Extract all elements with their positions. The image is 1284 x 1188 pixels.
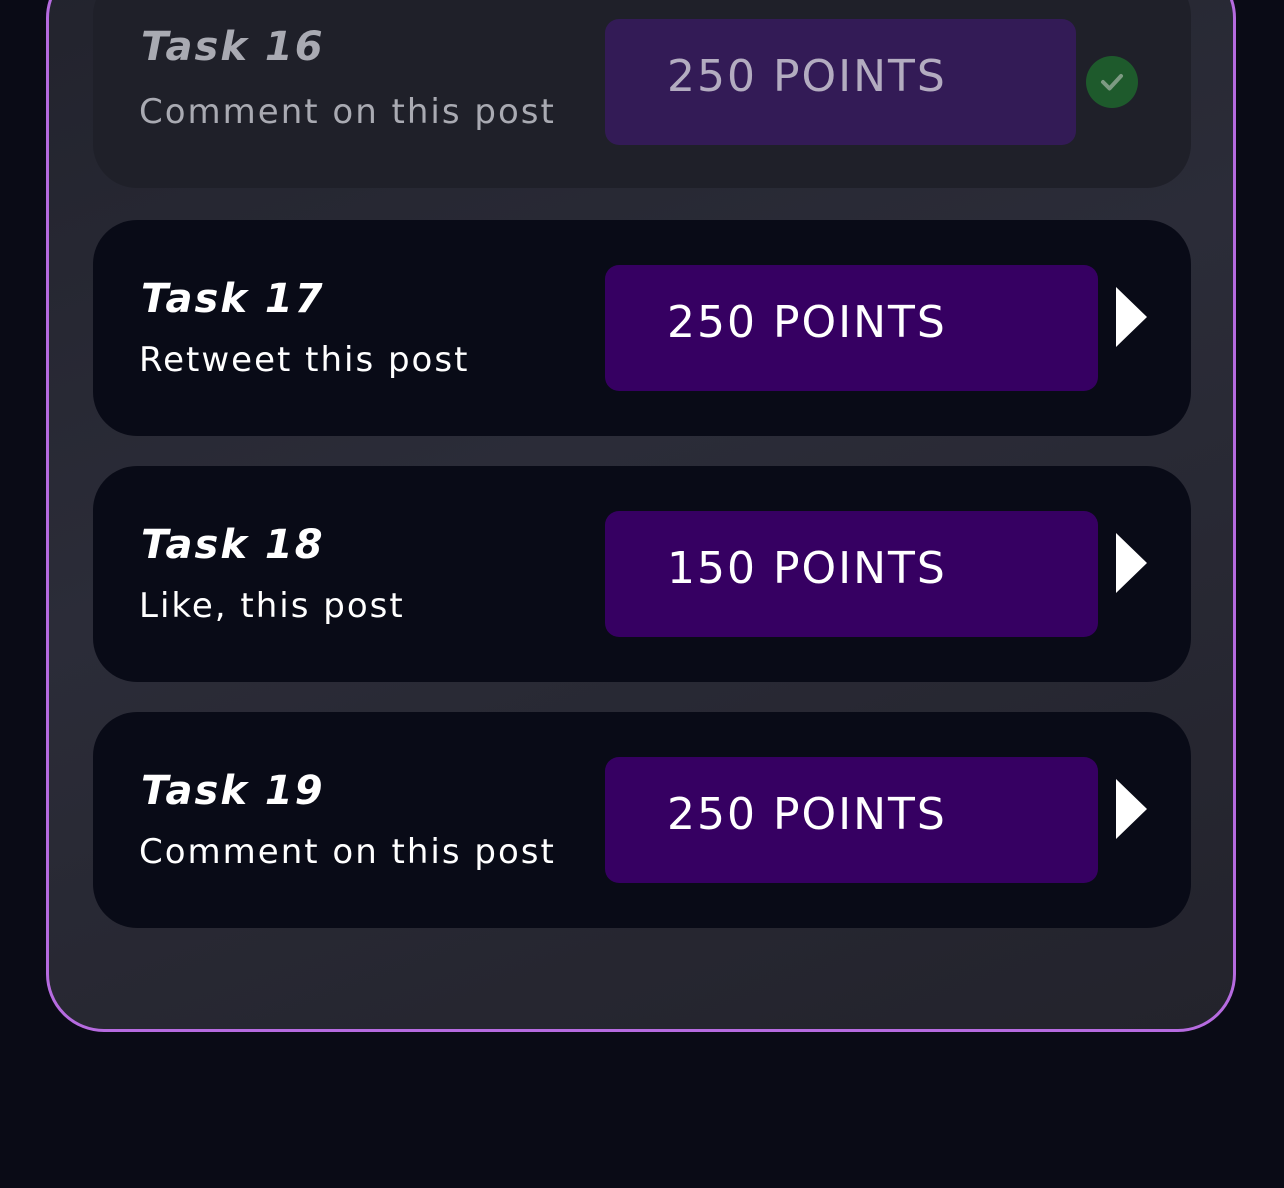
task-card-19[interactable]: Task 19 Comment on this post 250 POINTS: [93, 712, 1191, 928]
check-icon: [1086, 56, 1138, 108]
points-button[interactable]: 250 POINTS: [605, 19, 1076, 145]
task-card-18[interactable]: Task 18 Like, this post 150 POINTS: [93, 466, 1191, 682]
task-card-16[interactable]: Task 16 Comment on this post 250 POINTS: [93, 0, 1191, 188]
points-button[interactable]: 250 POINTS: [605, 757, 1098, 883]
task-description: Retweet this post: [139, 340, 470, 380]
arrow-right-icon[interactable]: [1116, 287, 1147, 347]
task-description: Like, this post: [139, 586, 405, 626]
task-description: Comment on this post: [139, 832, 556, 872]
task-title: Task 16: [141, 24, 325, 70]
task-description: Comment on this post: [139, 92, 556, 132]
task-title: Task 17: [141, 276, 325, 322]
points-button[interactable]: 150 POINTS: [605, 511, 1098, 637]
points-button[interactable]: 250 POINTS: [605, 265, 1098, 391]
task-title: Task 18: [141, 522, 325, 568]
arrow-right-icon[interactable]: [1116, 533, 1147, 593]
arrow-right-icon[interactable]: [1116, 779, 1147, 839]
task-title: Task 19: [141, 768, 325, 814]
task-card-17[interactable]: Task 17 Retweet this post 250 POINTS: [93, 220, 1191, 436]
